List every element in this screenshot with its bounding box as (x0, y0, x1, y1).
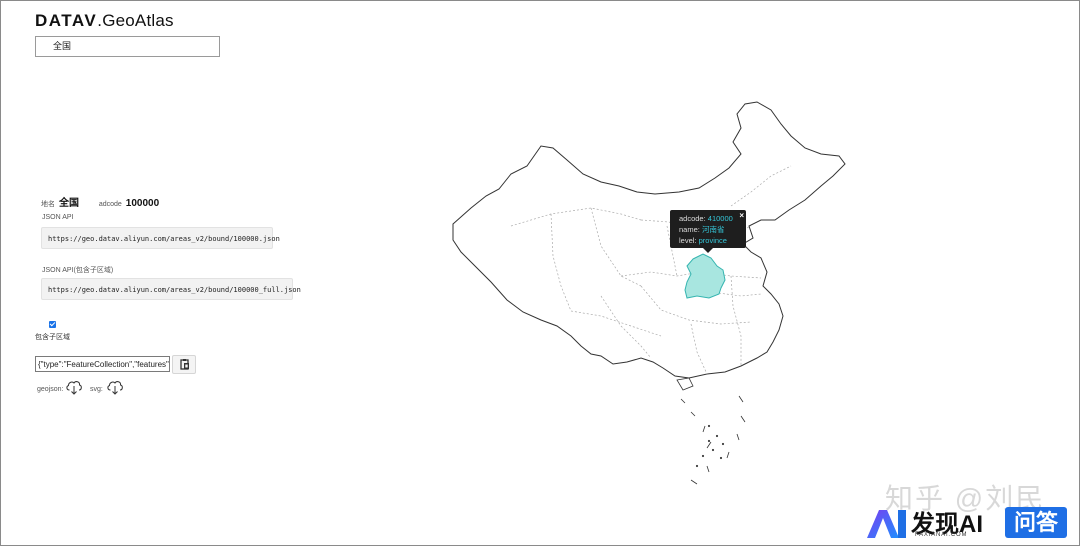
tooltip-level-row: level: province (679, 235, 746, 246)
app-window: DATAV.GeoAtlas 全国 地名 全国 adcode 100000 JS… (0, 0, 1080, 546)
faxianai-badge: 发现AI FAXIANAI.COM 问答 (865, 504, 1071, 544)
tooltip-name-value: 河南省 (701, 225, 725, 234)
tooltip-level-label: level: (679, 236, 697, 245)
region-tooltip: × adcode: 410000 name: 河南省 level: provin… (670, 210, 746, 253)
region-info: 地名 全国 adcode 100000 (41, 194, 159, 209)
geojson-download-label: geojson: (37, 386, 64, 393)
tooltip-level-value: province (698, 236, 727, 245)
geojson-textarea[interactable]: {"type":"FeatureCollection","features": (35, 356, 170, 372)
svg-download-icon[interactable] (106, 379, 124, 395)
region-name-label: 地名 (41, 201, 55, 208)
region-search-input[interactable]: 全国 (35, 36, 220, 57)
json-api-label: JSON API (42, 214, 74, 221)
tooltip-name-label: name: (679, 225, 700, 234)
json-api-full-label: JSON API(包含子区域) (42, 267, 114, 274)
adcode-value: 100000 (125, 198, 160, 209)
geojson-download-icon[interactable] (65, 379, 83, 395)
china-map[interactable] (441, 96, 851, 496)
south-china-sea-islands (676, 377, 746, 485)
close-icon[interactable]: × (739, 210, 744, 221)
region-select-value: 全国 (53, 41, 72, 51)
app-logo: DATAV.GeoAtlas (35, 11, 174, 31)
region-name-value: 全国 (58, 198, 79, 209)
include-subregion-label: 包含子区域 (35, 334, 70, 341)
tooltip-name-row: name: 河南省 (679, 224, 746, 235)
clipboard-icon (180, 359, 189, 370)
faxianai-domain: FAXIANAI.COM (915, 532, 968, 538)
svg-download-label: svg: (90, 386, 103, 393)
map-outline (452, 101, 846, 379)
include-subregion-checkbox[interactable] (49, 321, 56, 328)
adcode-label: adcode (98, 201, 122, 208)
logo-rest: .GeoAtlas (97, 11, 174, 30)
logo-bold: DATAV (35, 11, 98, 30)
ai-logo-icon (867, 510, 906, 538)
json-api-full-url[interactable]: https://geo.datav.aliyun.com/areas_v2/bo… (41, 278, 301, 300)
copy-button[interactable] (172, 355, 196, 374)
json-api-url[interactable]: https://geo.datav.aliyun.com/areas_v2/bo… (41, 227, 280, 249)
tooltip-adcode-value: 410000 (707, 214, 733, 223)
tooltip-adcode-label: adcode: (679, 214, 706, 223)
qa-label: 问答 (1005, 507, 1067, 538)
tooltip-adcode-row: adcode: 410000 (679, 213, 746, 224)
